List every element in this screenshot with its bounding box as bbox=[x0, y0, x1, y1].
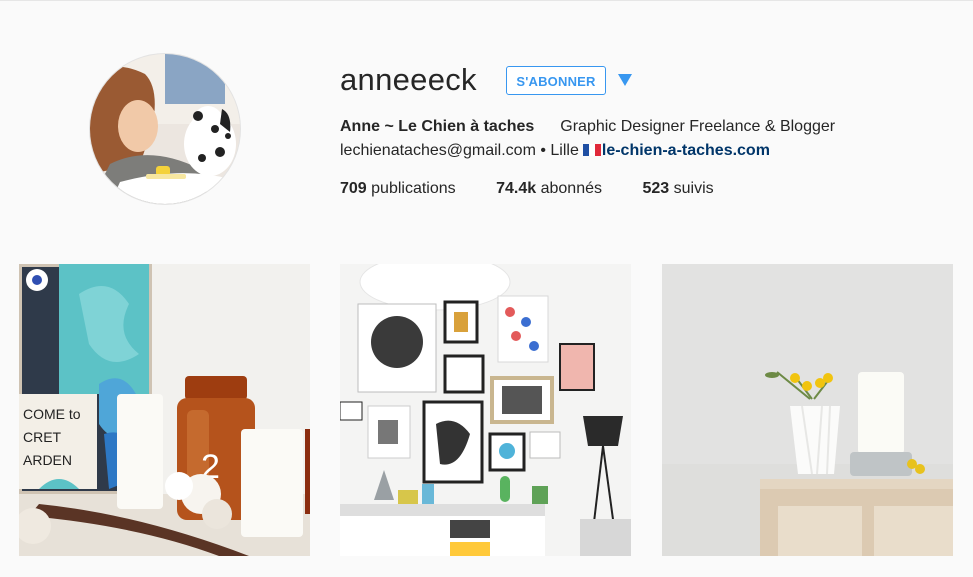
followers-label: abonnés bbox=[540, 180, 602, 197]
followers-stat[interactable]: 74.4k abonnés bbox=[496, 179, 602, 199]
post-thumbnail[interactable] bbox=[662, 264, 953, 556]
following-stat[interactable]: 523 suivis bbox=[642, 179, 713, 199]
poster-text-line1: COME to bbox=[23, 406, 81, 422]
posts-count: 709 bbox=[340, 180, 367, 197]
profile-stats: 709 publications 74.4k abonnés 523 suivi… bbox=[340, 179, 750, 199]
profile-location: Lille bbox=[550, 142, 579, 159]
poster-text-line2: CRET bbox=[23, 429, 62, 445]
following-label: suivis bbox=[673, 180, 714, 197]
posts-stat: 709 publications bbox=[340, 179, 456, 199]
chevron-down-icon[interactable] bbox=[617, 72, 633, 88]
avatar[interactable] bbox=[89, 53, 241, 205]
follow-button[interactable]: S'ABONNER bbox=[506, 66, 606, 95]
top-divider bbox=[0, 0, 973, 1]
france-flag-icon bbox=[582, 142, 601, 156]
posts-label: publications bbox=[371, 180, 456, 197]
poster-text-line3: ARDEN bbox=[23, 452, 72, 468]
following-count: 523 bbox=[642, 180, 670, 197]
profile-bio: Graphic Designer Freelance & Blogger bbox=[560, 118, 836, 135]
followers-count: 74.4k bbox=[496, 180, 537, 197]
bullet-separator: • bbox=[540, 142, 546, 159]
post-thumbnail[interactable]: COME to CRET ARDEN 2 bbox=[19, 264, 310, 556]
bio-line: Anne ~ Le Chien à taches Graphic Designer… bbox=[340, 117, 835, 137]
profile-full-name: Anne ~ Le Chien à taches bbox=[340, 118, 535, 135]
profile-website-link[interactable]: le-chien-a-taches.com bbox=[602, 142, 770, 159]
profile-email: lechienataches@gmail.com bbox=[340, 142, 536, 159]
profile-username: anneeeck bbox=[340, 62, 477, 97]
post-thumbnail[interactable] bbox=[340, 264, 631, 556]
contact-line: lechienataches@gmail.com • Lille le-chien… bbox=[340, 141, 770, 161]
